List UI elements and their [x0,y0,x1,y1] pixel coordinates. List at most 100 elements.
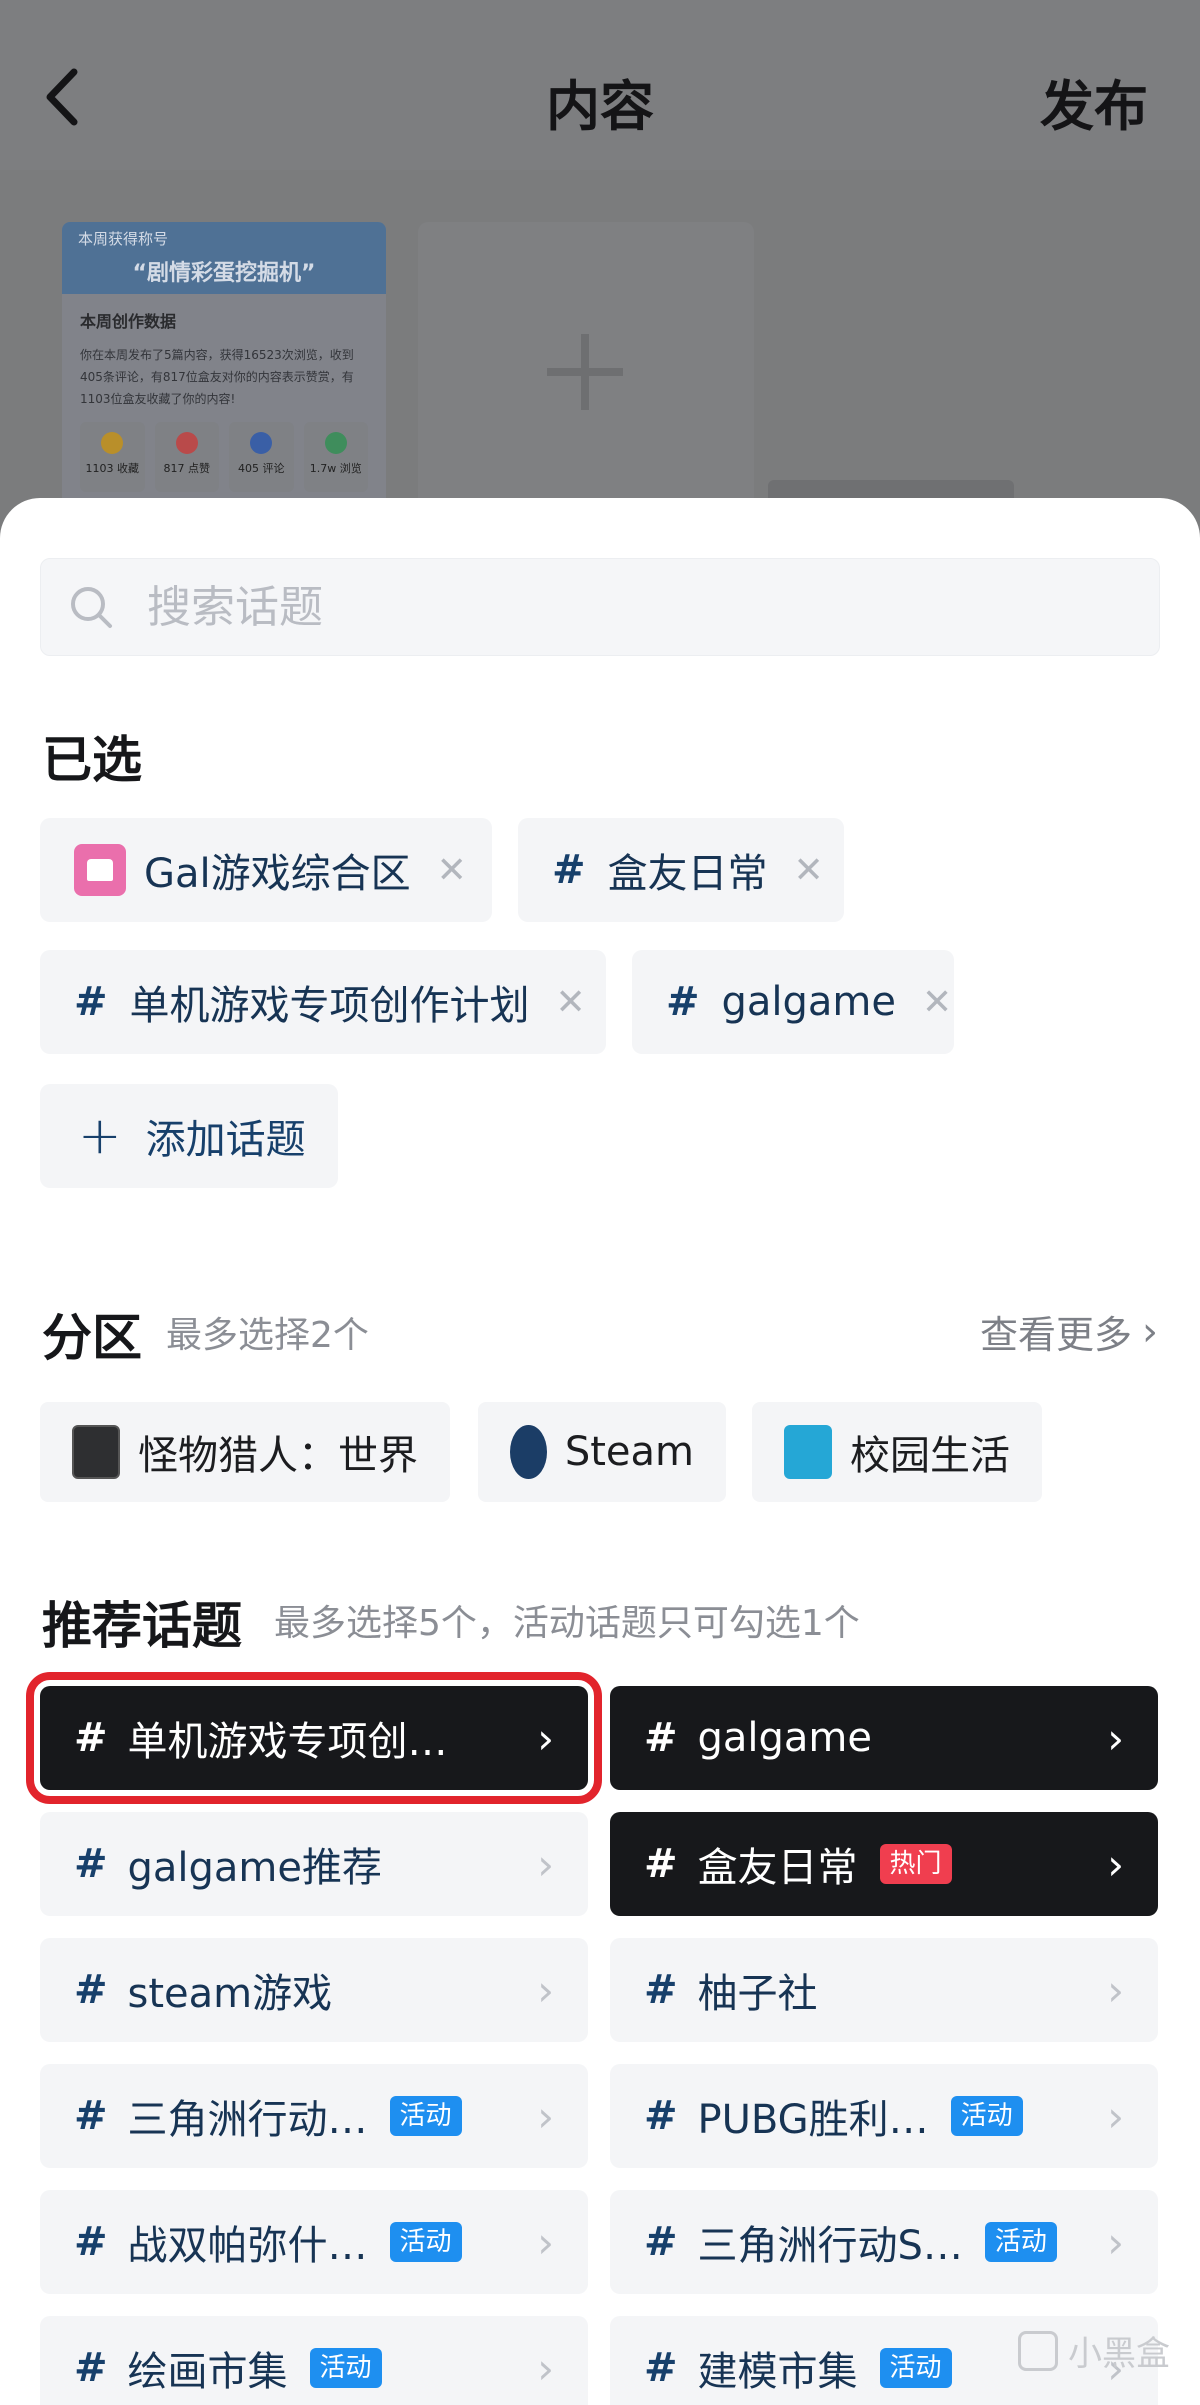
hash-icon: # [74,1967,108,2013]
hash-icon: # [74,1715,108,1761]
topic-tile-pubg[interactable]: # PUBG胜利… 活动 › [610,2064,1158,2168]
selected-chip-galgame[interactable]: # galgame ✕ [632,950,954,1054]
topic-tile-delta-force-s[interactable]: # 三角洲行动S… 活动 › [610,2190,1158,2294]
zone-label: Steam [564,1429,694,1475]
chevron-right-icon: › [537,1839,554,1889]
hash-icon: # [644,2219,678,2265]
zones-section-title: 分区 [42,1309,142,1367]
topic-tile-punishing-gray-raven[interactable]: # 战双帕弥什… 活动 › [40,2190,588,2294]
chevron-right-icon: › [1107,1965,1124,2015]
view-more-link[interactable]: 查看更多 › [980,1304,1158,1359]
zone-chip-steam[interactable]: Steam [478,1402,726,1502]
preview-stat: 1.7w 浏览 [303,422,368,492]
chip-label: 单机游戏专项创作计划 [129,983,530,1029]
zones-hint: 最多选择2个 [166,1315,369,1356]
top-bar: 内容 发布 [0,0,1200,170]
hash-icon: # [644,1715,678,1761]
search-bar[interactable] [40,558,1160,656]
hash-icon: # [74,2345,108,2391]
zone-label: 怪物猎人：世界 [138,1433,418,1479]
event-badge: 活动 [879,2348,952,2388]
hash-icon: # [644,1841,678,1887]
hash-icon: # [74,979,108,1025]
add-image-button[interactable] [418,222,754,522]
topic-tile-galgame-recommend[interactable]: # galgame推荐 › [40,1812,588,1916]
topic-label: 三角洲行动S… [697,2223,963,2269]
topic-tile-steam-games[interactable]: # steam游戏 › [40,1938,588,2042]
zone-chip-campus[interactable]: 校园生活 [752,1402,1042,1502]
preview-card-image[interactable]: 本周获得称号 “剧情彩蛋挖掘机” 本周创作数据 你在本周发布了5篇内容，获得16… [62,222,386,512]
remove-icon[interactable]: ✕ [922,982,952,1023]
chevron-right-icon: › [1107,2091,1124,2141]
preview-card-section: 本周创作数据 [80,312,177,331]
chevron-right-icon: › [1142,1308,1158,1355]
chevron-right-icon: › [537,1713,554,1763]
preview-stat: 405 评论 [229,422,294,492]
add-topic-button[interactable]: + 添加话题 [40,1084,338,1188]
heybox-logo-icon [1018,2330,1058,2371]
topic-label: galgame推荐 [127,1845,383,1891]
selected-chip-daily[interactable]: # 盒友日常 ✕ [518,818,844,922]
topic-tile-daily[interactable]: # 盒友日常 热门 › [610,1812,1158,1916]
selected-chip-gal-zone[interactable]: Gal游戏综合区 ✕ [40,818,492,922]
topic-tile-delta-force[interactable]: # 三角洲行动… 活动 › [40,2064,588,2168]
event-badge: 活动 [984,2222,1057,2262]
topic-picker-sheet: 已选 Gal游戏综合区 ✕ # 盒友日常 ✕ # 单机游戏专项创作计划 ✕ # … [0,498,1200,2405]
comment-icon [250,432,273,454]
topic-label: 柚子社 [697,1971,818,2017]
topic-label: 单机游戏专项创… [127,1719,448,1765]
chip-label: galgame [721,979,897,1025]
event-badge: 活动 [389,2222,462,2262]
plus-icon: + [78,1106,122,1166]
hash-icon: # [552,847,586,893]
remove-icon[interactable]: ✕ [556,982,586,1023]
recommended-section-title: 推荐话题 [42,1597,242,1655]
star-icon [101,432,124,454]
eye-icon [324,432,347,454]
search-input[interactable] [145,571,1129,643]
topic-label: galgame [697,1715,873,1761]
event-badge: 活动 [950,2096,1023,2136]
event-badge: 活动 [309,2348,382,2388]
chevron-right-icon: › [537,2343,554,2393]
topic-label: 战双帕弥什… [127,2223,368,2269]
hash-icon: # [666,979,700,1025]
steam-icon [510,1425,547,1479]
publish-button[interactable]: 发布 [1040,62,1148,141]
hash-icon: # [74,2093,108,2139]
topic-tile-galgame[interactable]: # galgame › [610,1686,1158,1790]
preview-card-badge-title: “剧情彩蛋挖掘机” [132,261,316,286]
thumb-icon [175,432,198,454]
topic-tile-single-player[interactable]: # 单机游戏专项创… › [26,1672,602,1804]
chip-label: Gal游戏综合区 [144,851,411,897]
topic-tile-art-market[interactable]: # 绘画市集 活动 › [40,2316,588,2405]
campus-icon [784,1425,832,1479]
hot-badge: 热门 [879,1844,952,1884]
remove-icon[interactable]: ✕ [437,850,467,891]
selected-section-title: 已选 [42,731,142,789]
topic-label: 盒友日常 [697,1845,858,1891]
gal-zone-icon [74,844,126,896]
chip-label: 盒友日常 [607,851,768,897]
hash-icon: # [644,1967,678,2013]
zone-chip-monster-hunter[interactable]: 怪物猎人：世界 [40,1402,450,1502]
topic-label: 绘画市集 [127,2349,288,2395]
topic-tile-yuzusoft[interactable]: # 柚子社 › [610,1938,1158,2042]
chevron-right-icon: › [1107,1839,1124,1889]
event-badge: 活动 [389,2096,462,2136]
chevron-right-icon: › [1107,1713,1124,1763]
zone-label: 校园生活 [850,1433,1010,1479]
watermark-text: 小黑盒 [1068,2334,1170,2374]
selected-chip-single-player[interactable]: # 单机游戏专项创作计划 ✕ [40,950,606,1054]
remove-icon[interactable]: ✕ [794,850,824,891]
topic-label: 建模市集 [697,2349,858,2395]
preview-stat: 1103 收藏 [80,422,145,492]
topic-label: PUBG胜利… [697,2097,929,2143]
preview-stat: 817 点赞 [154,422,219,492]
page-title: 内容 [546,75,654,138]
preview-card-label: 本周获得称号 [78,230,169,248]
topic-label: 三角洲行动… [127,2097,368,2143]
chevron-right-icon: › [537,2217,554,2267]
hash-icon: # [644,2093,678,2139]
add-topic-label: 添加话题 [145,1117,306,1163]
